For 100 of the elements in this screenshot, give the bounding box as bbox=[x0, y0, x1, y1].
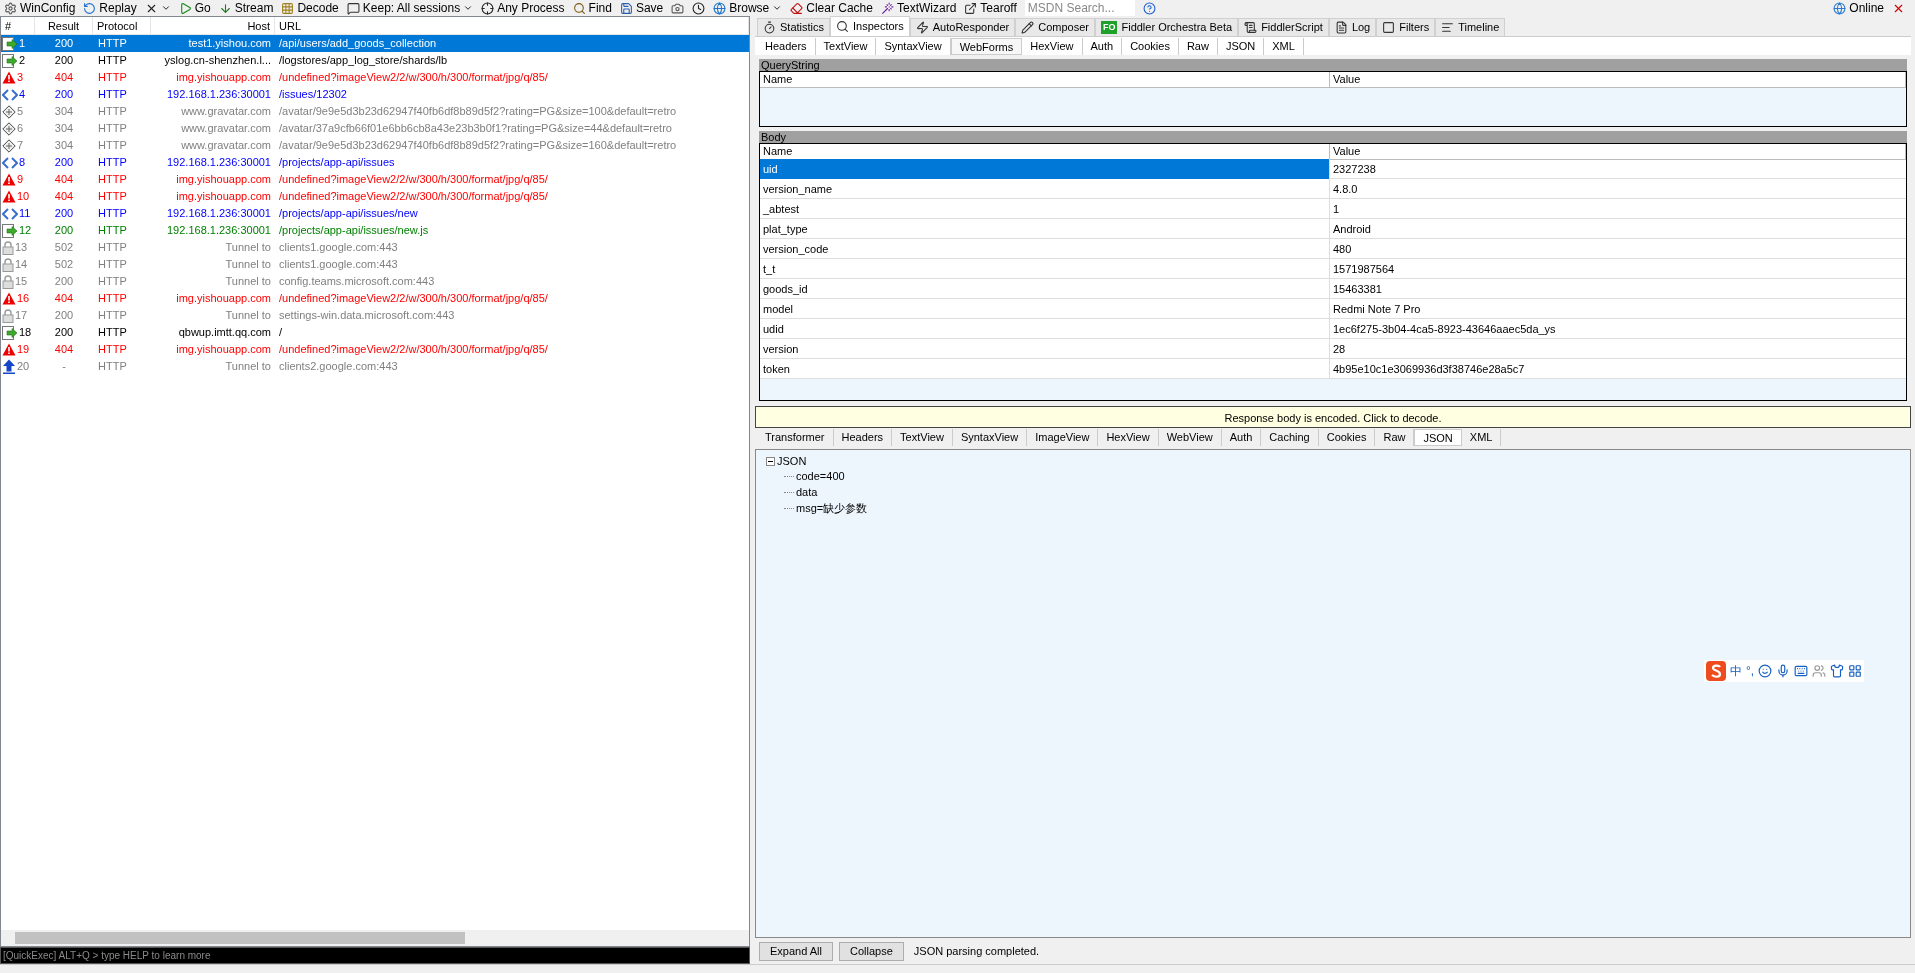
session-row[interactable]: 17 200 HTTP Tunnel to settings-win.data.microsoft.com:443 bbox=[1, 307, 749, 324]
form-row[interactable]: udid 1ec6f275-3b04-4ca5-8923-43646aaec5da_ys bbox=[760, 319, 1906, 339]
toolbar-button[interactable]: Any Process bbox=[481, 0, 565, 16]
response-tab[interactable]: Transformer bbox=[757, 429, 834, 446]
session-row[interactable]: 6 304 HTTP www.gravatar.com /avatar/37a9cfb66f01e6bb6cb8a43e23b3b0f1?rating=PG&size=44&default=retro bbox=[1, 120, 749, 137]
keyboard-icon[interactable] bbox=[1794, 664, 1809, 678]
collapse-toggle-icon[interactable] bbox=[766, 456, 775, 466]
toolbar-button[interactable]: Keep: All sessions bbox=[346, 0, 474, 16]
inspector-tab[interactable]: Log bbox=[1328, 18, 1377, 36]
session-row[interactable]: 1 200 HTTP test1.yishou.com /api/users/add_goods_collection bbox=[1, 35, 749, 52]
toolbar-button[interactable]: Browse bbox=[713, 0, 783, 16]
inspector-tab[interactable]: Inspectors bbox=[830, 16, 910, 36]
inspector-tab[interactable]: Statistics bbox=[757, 18, 830, 36]
session-row[interactable]: 11 200 HTTP 192.168.1.236:30001 /projects/app-api/issues/new bbox=[1, 205, 749, 222]
response-tab[interactable]: XML bbox=[1461, 429, 1502, 446]
toolbar-button[interactable] bbox=[692, 0, 706, 16]
response-banner[interactable]: Response body is encoded. Click to decode. bbox=[755, 406, 1911, 428]
quickexec-field[interactable]: [QuickExec] ALT+Q > type HELP to learn more bbox=[0, 947, 750, 964]
request-tab[interactable]: TextView bbox=[815, 37, 877, 55]
tree-node[interactable]: JSON bbox=[777, 452, 807, 470]
table-cell-text: /avatar/9e9e5d3b23d62947f40fb6df8b89d5f2?rating=PG&size=100&default=retro bbox=[278, 104, 678, 119]
session-row[interactable]: 20 - HTTP Tunnel to clients2.google.com:443 bbox=[1, 358, 749, 375]
mic-icon[interactable] bbox=[1776, 664, 1791, 678]
session-row[interactable]: 12 200 HTTP 192.168.1.236:30001 /projects/app-api/issues/new.js bbox=[1, 222, 749, 239]
request-tab[interactable]: JSON bbox=[1217, 37, 1265, 55]
response-tab[interactable]: JSON bbox=[1414, 429, 1462, 446]
toolbar-button[interactable]: Save bbox=[619, 0, 664, 16]
session-row[interactable]: 3 404 HTTP img.yishouapp.com /undefined?imageView2/2/w/300/h/300/format/jpg/q/85/ bbox=[1, 69, 749, 86]
response-tab[interactable]: Caching bbox=[1261, 429, 1319, 446]
toolbar-button[interactable]: Clear Cache bbox=[790, 0, 873, 16]
session-row[interactable]: 18 200 HTTP qbwup.imtt.qq.com / bbox=[1, 324, 749, 341]
ime-mode[interactable]: 中 bbox=[1730, 662, 1742, 680]
toolbar-button[interactable]: Decode bbox=[281, 0, 339, 16]
toolbar-button[interactable]: Stream bbox=[218, 0, 274, 16]
session-row[interactable]: 15 200 HTTP Tunnel to config.teams.microsoft.com:443 bbox=[1, 273, 749, 290]
response-tab[interactable]: HexView bbox=[1098, 429, 1159, 446]
response-tab[interactable]: Headers bbox=[833, 429, 893, 446]
request-tab[interactable]: HexView bbox=[1022, 37, 1083, 55]
form-row[interactable]: version 28 bbox=[760, 339, 1906, 359]
request-tab[interactable]: XML bbox=[1264, 37, 1304, 55]
shirt-icon[interactable] bbox=[1830, 664, 1845, 678]
session-row[interactable]: 9 404 HTTP img.yishouapp.com /undefined?imageView2/2/w/300/h/300/format/jpg/q/85/ bbox=[1, 171, 749, 188]
form-row[interactable]: _abtest 1 bbox=[760, 199, 1906, 219]
session-row[interactable]: 8 200 HTTP 192.168.1.236:30001 /projects/app-api/issues bbox=[1, 154, 749, 171]
request-tab[interactable]: Raw bbox=[1178, 37, 1218, 55]
ime-punctuation[interactable]: °, bbox=[1746, 662, 1755, 680]
toolbar-button[interactable]: Replay bbox=[83, 0, 137, 16]
session-row[interactable]: 4 200 HTTP 192.168.1.236:30001 /issues/12302 bbox=[1, 86, 749, 103]
toolbar-button[interactable]: Go bbox=[178, 0, 211, 16]
toolbar-button[interactable]: Expand All bbox=[759, 941, 833, 961]
form-row[interactable]: version_name 4.8.0 bbox=[760, 179, 1906, 199]
form-row[interactable]: plat_type Android bbox=[760, 219, 1906, 239]
response-tab[interactable]: ImageView bbox=[1027, 429, 1099, 446]
session-row[interactable]: 10 404 HTTP img.yishouapp.com /undefined?imageView2/2/w/300/h/300/format/jpg/q/85/ bbox=[1, 188, 749, 205]
request-tab[interactable]: WebForms bbox=[950, 37, 1023, 55]
column-header[interactable]: Value bbox=[1330, 72, 1906, 88]
toolbar-button[interactable]: TextWizard bbox=[880, 0, 957, 16]
inspector-tab[interactable]: FiddlerScript bbox=[1238, 18, 1329, 36]
response-tab[interactable]: WebView bbox=[1158, 429, 1222, 446]
form-row[interactable]: version_code 480 bbox=[760, 239, 1906, 259]
session-row[interactable]: 13 502 HTTP Tunnel to clients1.google.com:443 bbox=[1, 239, 749, 256]
request-tab[interactable]: Auth bbox=[1082, 37, 1123, 55]
response-tab[interactable]: Auth bbox=[1221, 429, 1262, 446]
session-row[interactable]: 19 404 HTTP img.yishouapp.com /undefined?imageView2/2/w/300/h/300/format/jpg/q/85/ bbox=[1, 341, 749, 358]
help-icon[interactable] bbox=[1142, 1, 1156, 15]
response-tab[interactable]: SyntaxView bbox=[952, 429, 1028, 446]
request-tab[interactable]: SyntaxView bbox=[876, 37, 951, 55]
request-tab[interactable]: Cookies bbox=[1122, 37, 1179, 55]
session-row[interactable]: 7 304 HTTP www.gravatar.com /avatar/9e9e5d3b23d62947f40fb6df8b89d5f2?rating=PG&size=160&default=retro bbox=[1, 137, 749, 154]
horizontal-scrollbar[interactable] bbox=[1, 930, 749, 946]
form-row[interactable]: uid 2327238 bbox=[760, 159, 1906, 179]
session-row[interactable]: 5 304 HTTP www.gravatar.com /avatar/9e9e5d3b23d62947f40fb6df8b89d5f2?rating=PG&size=100&default=retro bbox=[1, 103, 749, 120]
toolbar-button[interactable]: WinConfig bbox=[4, 0, 76, 16]
toolbar-button[interactable]: Tearoff bbox=[964, 0, 1017, 16]
session-row[interactable]: 14 502 HTTP Tunnel to clients1.google.com:443 bbox=[1, 256, 749, 273]
toolbar-button[interactable]: Collapse bbox=[839, 941, 904, 961]
toolbar-button[interactable]: Find bbox=[572, 0, 612, 16]
tree-node[interactable]: msg=缺少参数 bbox=[794, 499, 868, 517]
search-field[interactable]: MSDN Search... bbox=[1024, 0, 1135, 16]
users-icon[interactable] bbox=[1812, 664, 1827, 678]
session-row[interactable]: 16 404 HTTP img.yishouapp.com /undefined?imageView2/2/w/300/h/300/format/jpg/q/85/ bbox=[1, 290, 749, 307]
inspector-tab[interactable]: FO Fiddler Orchestra Beta bbox=[1094, 18, 1239, 36]
form-row[interactable]: token 4b95e10c1e3069936d3f38746e28a5c7 bbox=[760, 359, 1906, 379]
tree-node[interactable]: code=400 bbox=[794, 467, 845, 485]
grid-icon[interactable] bbox=[1848, 664, 1863, 678]
inspector-tab[interactable]: AutoResponder bbox=[909, 18, 1016, 36]
response-tab[interactable]: Cookies bbox=[1318, 429, 1376, 446]
inspector-tab[interactable]: Filters bbox=[1376, 18, 1436, 36]
session-row[interactable]: 2 200 HTTP yslog.cn-shenzhen.l... /logstores/app_log_store/shards/lb bbox=[1, 52, 749, 69]
inspector-tab[interactable]: Composer bbox=[1015, 18, 1095, 36]
form-row[interactable]: goods_id 15463381 bbox=[760, 279, 1906, 299]
column-header[interactable]: Name bbox=[760, 72, 1330, 88]
request-tab[interactable]: Headers bbox=[757, 37, 816, 55]
online-button[interactable]: Online bbox=[1833, 0, 1884, 16]
response-tab[interactable]: TextView bbox=[892, 429, 953, 446]
smile-icon[interactable] bbox=[1758, 664, 1773, 678]
inspector-tab[interactable]: Timeline bbox=[1435, 18, 1506, 36]
tree-node[interactable]: data bbox=[794, 483, 818, 501]
form-row[interactable]: t_t 1571987564 bbox=[760, 259, 1906, 279]
form-row[interactable]: model Redmi Note 7 Pro bbox=[760, 299, 1906, 319]
